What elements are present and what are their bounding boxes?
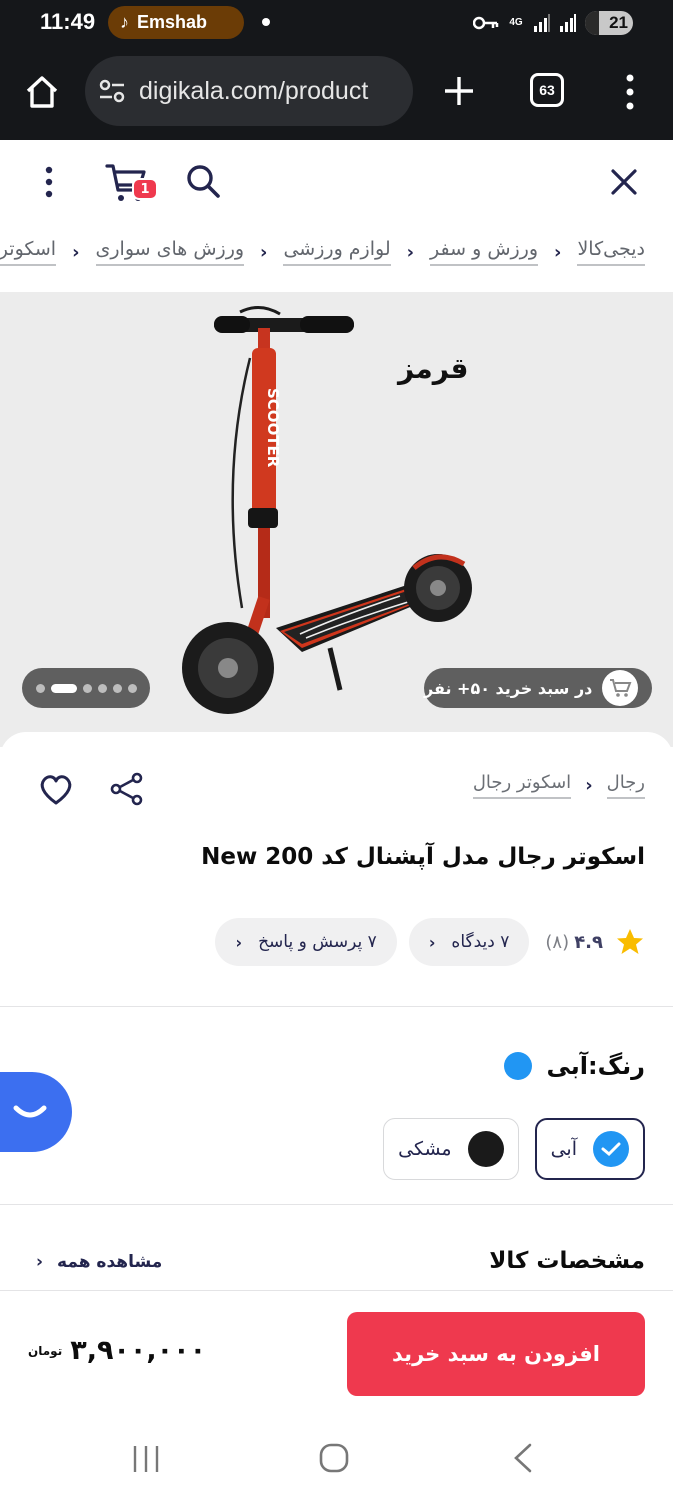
music-note-icon: ♪	[120, 12, 129, 32]
chevron-left-icon: ‹	[260, 241, 268, 263]
battery-fill	[585, 11, 599, 35]
site-settings-icon[interactable]	[97, 76, 127, 106]
status-time: 11:49	[40, 9, 96, 34]
chevron-left-icon: ‹	[235, 932, 243, 952]
more-options-icon[interactable]	[36, 164, 62, 200]
cart-count-badge: 1	[132, 178, 158, 200]
brand-breadcrumb: رجال ‹ اسکوتر رجال	[472, 772, 645, 799]
color-option-blue[interactable]: آبی	[534, 1118, 645, 1180]
chevron-left-icon: ‹	[585, 775, 593, 796]
media-app-label: Emshab	[137, 12, 208, 32]
reviews-chip-label: ۷ دیدگاه	[451, 932, 510, 952]
selected-color-swatch	[504, 1052, 533, 1080]
shopping-cart-icon	[602, 670, 639, 706]
rating-group: ۴.۹ (۸)	[541, 932, 603, 953]
tab-switcher-button[interactable]: 63	[530, 73, 564, 107]
gallery-dot[interactable]	[35, 683, 45, 693]
breadcrumb-item-riding-sports[interactable]: ورزش های سواری	[95, 238, 245, 266]
chevron-left-icon: ‹	[554, 241, 562, 263]
search-icon[interactable]	[184, 162, 222, 200]
gallery-pagination[interactable]	[22, 668, 150, 708]
breadcrumb-item-sport-travel[interactable]: ورزش و سفر	[430, 238, 539, 266]
see-all-specs-link[interactable]: مشاهده همه ‹	[36, 1252, 162, 1272]
currency-unit: تومان	[28, 1343, 63, 1358]
rating-count: (۸)	[545, 931, 570, 953]
product-meta-row: ۴.۹ (۸) ۷ دیدگاه ‹ ۷ پرسش و پاسخ ‹	[215, 918, 645, 966]
specs-title: مشخصات کالا	[489, 1248, 645, 1274]
color-label: رنگ:	[588, 1052, 645, 1080]
color-option-label: مشکی	[398, 1138, 452, 1160]
brand-category-link[interactable]: اسکوتر رجال	[472, 772, 572, 799]
questions-chip-label: ۷ پرسش و پاسخ	[258, 932, 377, 952]
chevron-left-icon: ‹	[428, 932, 436, 952]
gallery-dot[interactable]	[112, 683, 122, 693]
browser-toolbar: digikala.com/product 63	[0, 46, 673, 140]
breadcrumb-track: دیجی‌کالا ‹ ورزش و سفر ‹ لوازم ورزشی ‹ و…	[0, 238, 645, 266]
signal-icon	[534, 14, 550, 32]
add-to-cart-button[interactable]: افزودن به سبد خرید	[347, 1312, 645, 1396]
in-cart-text: در سبد خرید ۵۰+ نفر	[424, 678, 593, 698]
category-breadcrumb: دیجی‌کالا ‹ ورزش و سفر ‹ لوازم ورزشی ‹ و…	[0, 222, 673, 292]
selected-color-name: آبی	[546, 1052, 588, 1080]
brand-link[interactable]: رجال	[606, 772, 645, 799]
network-type: 4G	[509, 17, 523, 28]
color-heading: رنگ:آبی	[504, 1052, 645, 1080]
media-playing-pill[interactable]: ♪ Emshab	[108, 6, 244, 39]
svg-text:SCOOTER: SCOOTER	[264, 388, 282, 468]
browser-menu-icon[interactable]	[620, 72, 640, 112]
check-icon	[593, 1131, 629, 1167]
nav-home-icon[interactable]	[318, 1442, 350, 1474]
gallery-dot[interactable]	[82, 683, 92, 693]
chevron-left-icon: ‹	[36, 1252, 44, 1272]
color-options: آبی مشکی	[383, 1118, 645, 1180]
price-block: تومان ۳,۹۰۰,۰۰۰	[28, 1335, 206, 1366]
status-bar: 11:49 ♪ Emshab 4G 21	[0, 0, 673, 46]
in-cart-social-proof: در سبد خرید ۵۰+ نفر	[424, 668, 652, 708]
star-icon	[617, 929, 643, 954]
product-title: اسکوتر رجال مدل آپشنال کد New 200	[201, 844, 645, 870]
key-icon	[473, 16, 499, 30]
chevron-left-icon: ‹	[406, 241, 415, 263]
notification-dot	[262, 18, 270, 26]
recent-apps-icon[interactable]	[131, 1444, 161, 1474]
color-option-black[interactable]: مشکی	[383, 1118, 519, 1180]
smile-icon	[13, 1105, 47, 1118]
image-color-caption: قرمز	[398, 352, 469, 385]
rating-value: ۴.۹	[574, 931, 603, 953]
color-heading-text: رنگ:آبی	[546, 1052, 645, 1080]
gallery-dot[interactable]	[97, 683, 107, 693]
gallery-dot-active[interactable]	[50, 683, 77, 693]
signal-icon-2	[560, 14, 576, 32]
address-bar[interactable]: digikala.com/product	[85, 56, 413, 126]
price-value: ۳,۹۰۰,۰۰۰	[70, 1335, 207, 1366]
new-tab-icon[interactable]	[442, 74, 476, 108]
product-info-sheet: رجال ‹ اسکوتر رجال اسکوتر رجال مدل آپشنا…	[0, 732, 673, 1292]
purchase-bar: افزودن به سبد خرید تومان ۳,۹۰۰,۰۰۰	[0, 1290, 673, 1414]
close-icon[interactable]	[608, 166, 640, 198]
breadcrumb-item-scooter[interactable]: اسکوتر	[0, 238, 57, 266]
section-divider	[0, 1006, 673, 1007]
questions-chip[interactable]: ۷ پرسش و پاسخ ‹	[215, 918, 397, 966]
breadcrumb-item-home[interactable]: دیجی‌کالا	[577, 238, 645, 266]
gallery-dot[interactable]	[127, 683, 137, 693]
nav-back-icon[interactable]	[510, 1442, 534, 1474]
chevron-left-icon: ‹	[72, 241, 80, 263]
color-swatch-black	[467, 1131, 504, 1167]
battery-indicator: 21	[585, 11, 633, 35]
specs-section-header: مشخصات کالا مشاهده همه ‹	[0, 1248, 673, 1288]
status-icons: 4G 21	[473, 9, 633, 37]
url-text[interactable]: digikala.com/product	[139, 77, 368, 106]
color-option-label: آبی	[550, 1138, 577, 1160]
home-icon[interactable]	[24, 74, 60, 110]
see-all-label: مشاهده همه	[57, 1252, 163, 1272]
share-icon[interactable]	[110, 772, 144, 806]
reviews-chip[interactable]: ۷ دیدگاه ‹	[408, 918, 530, 966]
favorite-heart-icon[interactable]	[38, 772, 74, 806]
section-divider	[0, 1204, 673, 1205]
site-header: 1	[0, 140, 673, 222]
system-nav-bar	[0, 1414, 673, 1500]
product-gallery[interactable]: SCOOTER قرمز در سبد خرید ۵۰+ نفر	[0, 292, 673, 747]
breadcrumb-item-sport-equipment[interactable]: لوازم ورزشی	[283, 238, 391, 266]
battery-level: 21	[609, 13, 628, 32]
